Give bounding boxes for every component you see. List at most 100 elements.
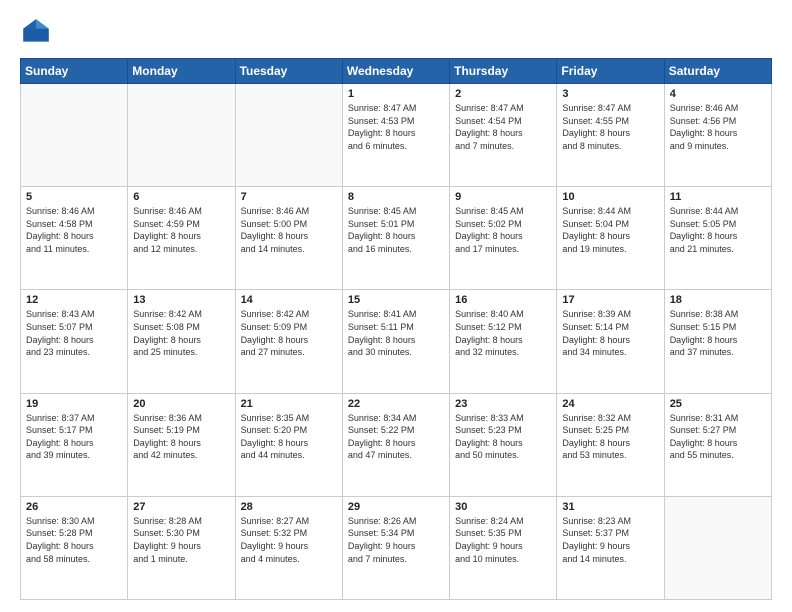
weekday-header: Tuesday	[235, 59, 342, 84]
calendar-day: 28 Sunrise: 8:27 AM Sunset: 5:32 PM Dayli…	[235, 496, 342, 599]
calendar-table: SundayMondayTuesdayWednesdayThursdayFrid…	[20, 58, 772, 600]
day-number: 10	[562, 191, 658, 203]
day-info: Sunrise: 8:42 AM Sunset: 5:08 PM Dayligh…	[133, 308, 229, 358]
day-number: 24	[562, 398, 658, 410]
day-info: Sunrise: 8:44 AM Sunset: 5:05 PM Dayligh…	[670, 205, 766, 255]
calendar-day: 26 Sunrise: 8:30 AM Sunset: 5:28 PM Dayli…	[21, 496, 128, 599]
calendar-day: 25Sunrise: 8:31 AM Sunset: 5:27 PM Dayli…	[664, 393, 771, 496]
calendar-day: 5 Sunrise: 8:46 AM Sunset: 4:58 PM Daylig…	[21, 187, 128, 290]
day-info: Sunrise: 8:42 AM Sunset: 5:09 PM Dayligh…	[241, 308, 337, 358]
day-number: 11	[670, 191, 766, 203]
calendar-week: 19 Sunrise: 8:37 AM Sunset: 5:17 PM Dayli…	[21, 393, 772, 496]
day-number: 18	[670, 294, 766, 306]
day-info: Sunrise: 8:43 AM Sunset: 5:07 PM Dayligh…	[26, 308, 122, 358]
day-number: 31	[562, 501, 658, 513]
header-row: SundayMondayTuesdayWednesdayThursdayFrid…	[21, 59, 772, 84]
day-number: 4	[670, 88, 766, 100]
day-info: Sunrise: 8:35 AM Sunset: 5:20 PM Dayligh…	[241, 412, 337, 462]
day-number: 15	[348, 294, 444, 306]
day-number: 16	[455, 294, 551, 306]
calendar-week: 12Sunrise: 8:43 AM Sunset: 5:07 PM Dayli…	[21, 290, 772, 393]
day-number: 21	[241, 398, 337, 410]
calendar-day	[664, 496, 771, 599]
day-number: 8	[348, 191, 444, 203]
calendar-day: 27Sunrise: 8:28 AM Sunset: 5:30 PM Dayli…	[128, 496, 235, 599]
day-info: Sunrise: 8:36 AM Sunset: 5:19 PM Dayligh…	[133, 412, 229, 462]
calendar-week: 5 Sunrise: 8:46 AM Sunset: 4:58 PM Daylig…	[21, 187, 772, 290]
day-number: 5	[26, 191, 122, 203]
day-number: 20	[133, 398, 229, 410]
day-number: 13	[133, 294, 229, 306]
calendar-day: 12Sunrise: 8:43 AM Sunset: 5:07 PM Dayli…	[21, 290, 128, 393]
header	[20, 16, 772, 48]
day-number: 23	[455, 398, 551, 410]
page: SundayMondayTuesdayWednesdayThursdayFrid…	[0, 0, 792, 612]
day-info: Sunrise: 8:27 AM Sunset: 5:32 PM Dayligh…	[241, 515, 337, 565]
day-number: 14	[241, 294, 337, 306]
day-info: Sunrise: 8:46 AM Sunset: 4:59 PM Dayligh…	[133, 205, 229, 255]
day-number: 29	[348, 501, 444, 513]
day-info: Sunrise: 8:38 AM Sunset: 5:15 PM Dayligh…	[670, 308, 766, 358]
calendar-day: 18 Sunrise: 8:38 AM Sunset: 5:15 PM Dayli…	[664, 290, 771, 393]
day-number: 26	[26, 501, 122, 513]
calendar-header: SundayMondayTuesdayWednesdayThursdayFrid…	[21, 59, 772, 84]
logo	[20, 16, 56, 48]
day-info: Sunrise: 8:45 AM Sunset: 5:01 PM Dayligh…	[348, 205, 444, 255]
calendar-day: 13 Sunrise: 8:42 AM Sunset: 5:08 PM Dayli…	[128, 290, 235, 393]
day-number: 3	[562, 88, 658, 100]
calendar-day: 16Sunrise: 8:40 AM Sunset: 5:12 PM Dayli…	[450, 290, 557, 393]
calendar-day: 24 Sunrise: 8:32 AM Sunset: 5:25 PM Dayli…	[557, 393, 664, 496]
weekday-header: Friday	[557, 59, 664, 84]
calendar-day: 29 Sunrise: 8:26 AM Sunset: 5:34 PM Dayli…	[342, 496, 449, 599]
calendar-day: 31Sunrise: 8:23 AM Sunset: 5:37 PM Dayli…	[557, 496, 664, 599]
logo-icon	[20, 16, 52, 48]
calendar-day: 30 Sunrise: 8:24 AM Sunset: 5:35 PM Dayli…	[450, 496, 557, 599]
day-number: 25	[670, 398, 766, 410]
calendar-day: 3Sunrise: 8:47 AM Sunset: 4:55 PM Daylig…	[557, 84, 664, 187]
day-number: 2	[455, 88, 551, 100]
day-info: Sunrise: 8:41 AM Sunset: 5:11 PM Dayligh…	[348, 308, 444, 358]
calendar-week: 26 Sunrise: 8:30 AM Sunset: 5:28 PM Dayli…	[21, 496, 772, 599]
day-number: 30	[455, 501, 551, 513]
day-number: 28	[241, 501, 337, 513]
day-number: 6	[133, 191, 229, 203]
day-number: 17	[562, 294, 658, 306]
day-info: Sunrise: 8:46 AM Sunset: 5:00 PM Dayligh…	[241, 205, 337, 255]
day-number: 7	[241, 191, 337, 203]
day-info: Sunrise: 8:30 AM Sunset: 5:28 PM Dayligh…	[26, 515, 122, 565]
calendar-day: 14 Sunrise: 8:42 AM Sunset: 5:09 PM Dayli…	[235, 290, 342, 393]
day-info: Sunrise: 8:46 AM Sunset: 4:58 PM Dayligh…	[26, 205, 122, 255]
day-info: Sunrise: 8:46 AM Sunset: 4:56 PM Dayligh…	[670, 102, 766, 152]
calendar-day: 20 Sunrise: 8:36 AM Sunset: 5:19 PM Dayli…	[128, 393, 235, 496]
day-info: Sunrise: 8:37 AM Sunset: 5:17 PM Dayligh…	[26, 412, 122, 462]
calendar-day: 17 Sunrise: 8:39 AM Sunset: 5:14 PM Dayli…	[557, 290, 664, 393]
day-number: 9	[455, 191, 551, 203]
calendar-day	[235, 84, 342, 187]
day-info: Sunrise: 8:44 AM Sunset: 5:04 PM Dayligh…	[562, 205, 658, 255]
day-info: Sunrise: 8:28 AM Sunset: 5:30 PM Dayligh…	[133, 515, 229, 565]
weekday-header: Monday	[128, 59, 235, 84]
day-info: Sunrise: 8:47 AM Sunset: 4:53 PM Dayligh…	[348, 102, 444, 152]
day-info: Sunrise: 8:34 AM Sunset: 5:22 PM Dayligh…	[348, 412, 444, 462]
calendar-week: 1Sunrise: 8:47 AM Sunset: 4:53 PM Daylig…	[21, 84, 772, 187]
calendar-body: 1Sunrise: 8:47 AM Sunset: 4:53 PM Daylig…	[21, 84, 772, 600]
day-number: 22	[348, 398, 444, 410]
weekday-header: Thursday	[450, 59, 557, 84]
weekday-header: Wednesday	[342, 59, 449, 84]
calendar-day	[128, 84, 235, 187]
calendar-day: 8 Sunrise: 8:45 AM Sunset: 5:01 PM Daylig…	[342, 187, 449, 290]
calendar-day: 10 Sunrise: 8:44 AM Sunset: 5:04 PM Dayli…	[557, 187, 664, 290]
day-info: Sunrise: 8:32 AM Sunset: 5:25 PM Dayligh…	[562, 412, 658, 462]
day-info: Sunrise: 8:26 AM Sunset: 5:34 PM Dayligh…	[348, 515, 444, 565]
day-info: Sunrise: 8:39 AM Sunset: 5:14 PM Dayligh…	[562, 308, 658, 358]
calendar-day: 6 Sunrise: 8:46 AM Sunset: 4:59 PM Daylig…	[128, 187, 235, 290]
day-info: Sunrise: 8:47 AM Sunset: 4:54 PM Dayligh…	[455, 102, 551, 152]
calendar-day: 21 Sunrise: 8:35 AM Sunset: 5:20 PM Dayli…	[235, 393, 342, 496]
day-info: Sunrise: 8:33 AM Sunset: 5:23 PM Dayligh…	[455, 412, 551, 462]
calendar-day: 7 Sunrise: 8:46 AM Sunset: 5:00 PM Daylig…	[235, 187, 342, 290]
calendar-day: 2 Sunrise: 8:47 AM Sunset: 4:54 PM Daylig…	[450, 84, 557, 187]
calendar-day: 11 Sunrise: 8:44 AM Sunset: 5:05 PM Dayli…	[664, 187, 771, 290]
calendar-day: 4 Sunrise: 8:46 AM Sunset: 4:56 PM Daylig…	[664, 84, 771, 187]
day-info: Sunrise: 8:24 AM Sunset: 5:35 PM Dayligh…	[455, 515, 551, 565]
day-number: 19	[26, 398, 122, 410]
